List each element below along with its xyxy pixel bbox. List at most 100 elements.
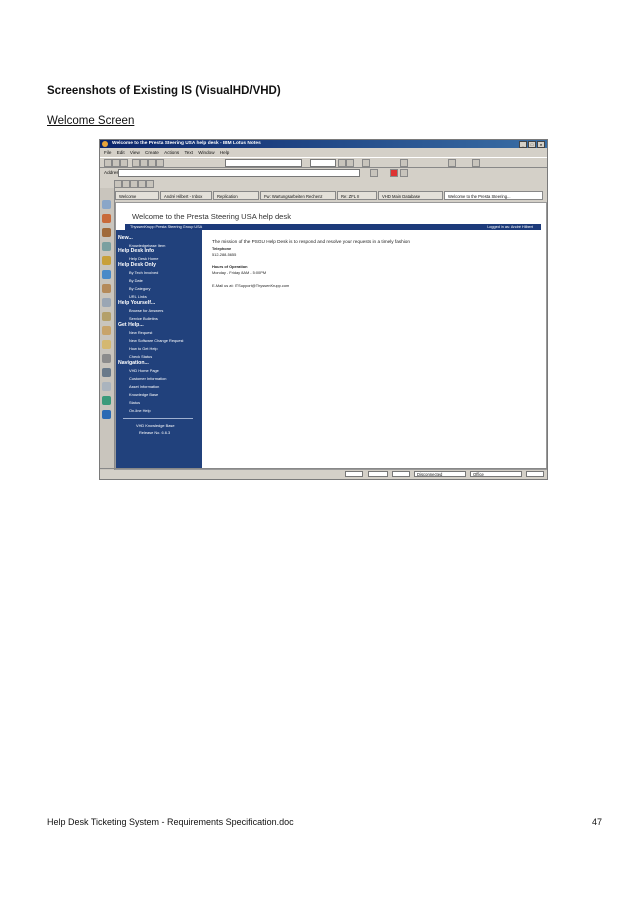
paste-icon[interactable]	[148, 159, 156, 167]
close-button[interactable]: ×	[537, 141, 545, 148]
table-icon[interactable]	[400, 159, 408, 167]
address-input[interactable]	[118, 169, 360, 177]
style-combo[interactable]	[225, 159, 302, 167]
calendar-icon[interactable]	[102, 214, 111, 223]
nav-item-asset-info[interactable]: Asset Information	[129, 384, 159, 389]
menu-create[interactable]: Create	[145, 150, 159, 155]
contacts-icon[interactable]	[102, 228, 111, 237]
banner-title: Welcome to the Presta Steering USA help …	[132, 212, 291, 221]
cut-icon[interactable]	[132, 159, 140, 167]
bookmark-icon[interactable]	[102, 382, 111, 391]
nav-heading-navigation: Navigation...	[118, 360, 149, 366]
nav-item-knowledge-base[interactable]: Knowledge Base	[129, 392, 158, 397]
nav-item-service-bulletins[interactable]: Service Bulletins	[129, 316, 158, 321]
toolbar-icon[interactable]	[130, 180, 138, 188]
nav-item-check-status[interactable]: Check Status	[129, 354, 152, 359]
bold-icon[interactable]	[338, 159, 346, 167]
toolbar-icon[interactable]	[138, 180, 146, 188]
help-icon[interactable]	[472, 159, 480, 167]
print-icon[interactable]	[120, 159, 128, 167]
nav-item-vhd-home[interactable]: VHD Home Page	[129, 368, 159, 373]
bookmark-icon[interactable]	[102, 298, 111, 307]
nav-item-new-software-change[interactable]: New Software Change Request	[129, 338, 184, 343]
save-icon[interactable]	[112, 159, 120, 167]
tab-vhd-main-database[interactable]: VHD Main Database	[378, 191, 443, 200]
bookmark-bar	[100, 188, 115, 470]
toolbar-icon[interactable]	[146, 180, 154, 188]
nav-item-by-tech[interactable]: By Tech Involved	[129, 270, 158, 275]
document-heading: Screenshots of Existing IS (VisualHD/VHD…	[47, 85, 281, 97]
nav-back-icon[interactable]	[370, 169, 378, 177]
search-icon[interactable]	[448, 159, 456, 167]
todo-icon[interactable]	[102, 242, 111, 251]
status-dropdown[interactable]	[368, 471, 388, 477]
window-tabs: Welcome André Hilbert - Inbox Replicatio…	[115, 191, 547, 201]
bookmark-icon[interactable]	[102, 326, 111, 335]
back-icon[interactable]	[104, 159, 112, 167]
telephone-label: Telephone	[212, 246, 232, 251]
address-bar: Address	[100, 168, 547, 177]
menu-actions[interactable]: Actions	[164, 150, 179, 155]
tab-inbox[interactable]: André Hilbert - Inbox	[160, 191, 212, 200]
copy-icon[interactable]	[140, 159, 148, 167]
nav-item-by-date[interactable]: By Date	[129, 278, 143, 283]
tab-wartungsarbeiten[interactable]: Fw: Wartungsarbeiten Rechenz	[260, 191, 336, 200]
toolbar-icon[interactable]	[114, 180, 122, 188]
menu-window[interactable]: Window	[198, 150, 214, 155]
bullets-icon[interactable]	[362, 159, 370, 167]
maximize-button[interactable]: □	[528, 141, 536, 148]
menu-text[interactable]: Text	[184, 150, 192, 155]
nav-heading-new: New...	[118, 235, 133, 241]
tab-replication[interactable]: Replication	[213, 191, 259, 200]
status-bar: Disconnected Office	[100, 468, 547, 479]
release-number: Release No. 6.6.3	[139, 430, 171, 435]
menu-view[interactable]: View	[130, 150, 140, 155]
nav-item-by-category[interactable]: By Category	[129, 286, 150, 291]
refresh-icon[interactable]	[400, 169, 408, 177]
attach-icon[interactable]	[156, 159, 164, 167]
bookmark-icon[interactable]	[102, 354, 111, 363]
nav-item-help-desk-home[interactable]: Help Desk Home	[129, 256, 158, 261]
formatting-toolbar	[100, 157, 547, 168]
bookmark-icon[interactable]	[102, 340, 111, 349]
connection-status[interactable]: Disconnected	[414, 471, 466, 477]
footer-page-number: 47	[592, 817, 603, 827]
nav-item-how-to-get-help[interactable]: How to Get Help	[129, 346, 158, 351]
status-dropdown[interactable]	[526, 471, 544, 477]
tab-zfl[interactable]: Re: ZFL II	[337, 191, 377, 200]
tab-welcome[interactable]: Welcome	[115, 191, 159, 200]
nav-item-status[interactable]: Status	[129, 400, 140, 405]
nav-item-customer-info[interactable]: Customer Information	[129, 376, 166, 381]
nav-item-url-links[interactable]: URL Links	[129, 294, 147, 299]
menu-help[interactable]: Help	[220, 150, 229, 155]
tab-welcome-presta[interactable]: Welcome to the Presta Steering...	[444, 191, 543, 200]
nav-divider	[123, 418, 193, 419]
font-size-combo[interactable]	[310, 159, 336, 167]
italic-icon[interactable]	[346, 159, 354, 167]
bookmark-icon[interactable]	[102, 312, 111, 321]
release-label: VHD Knowledge Base	[136, 423, 175, 428]
toolbar-icon[interactable]	[122, 180, 130, 188]
folder-icon[interactable]	[102, 284, 111, 293]
location-status[interactable]: Office	[470, 471, 522, 477]
nav-heading-help-yourself: Help Yourself...	[118, 300, 156, 306]
menu-file[interactable]: File	[104, 150, 111, 155]
minimize-button[interactable]: _	[519, 141, 527, 148]
mail-icon[interactable]	[102, 200, 111, 209]
nav-item-browse-answers[interactable]: Browse for Answers	[129, 308, 163, 313]
nav-item-new-request[interactable]: New Request	[129, 330, 152, 335]
bookmark-icon[interactable]	[102, 368, 111, 377]
bookmark-icon[interactable]	[102, 410, 111, 419]
database-icon[interactable]	[102, 270, 111, 279]
status-dropdown[interactable]	[345, 471, 363, 477]
replication-icon[interactable]	[102, 256, 111, 265]
stop-icon[interactable]	[390, 169, 398, 177]
nav-heading-help-desk-only: Help Desk Only	[118, 262, 157, 268]
nav-item-online-help[interactable]: On-line Help	[129, 408, 151, 413]
email-line: E-Mail us at: ITSupport@ThyssenKrupp.com	[212, 283, 290, 288]
lotus-notes-icon	[102, 141, 108, 147]
window-title: Welcome to the Presta Steering USA help …	[112, 141, 261, 146]
status-dropdown[interactable]	[392, 471, 410, 477]
bookmark-icon[interactable]	[102, 396, 111, 405]
menu-edit[interactable]: Edit	[117, 150, 125, 155]
